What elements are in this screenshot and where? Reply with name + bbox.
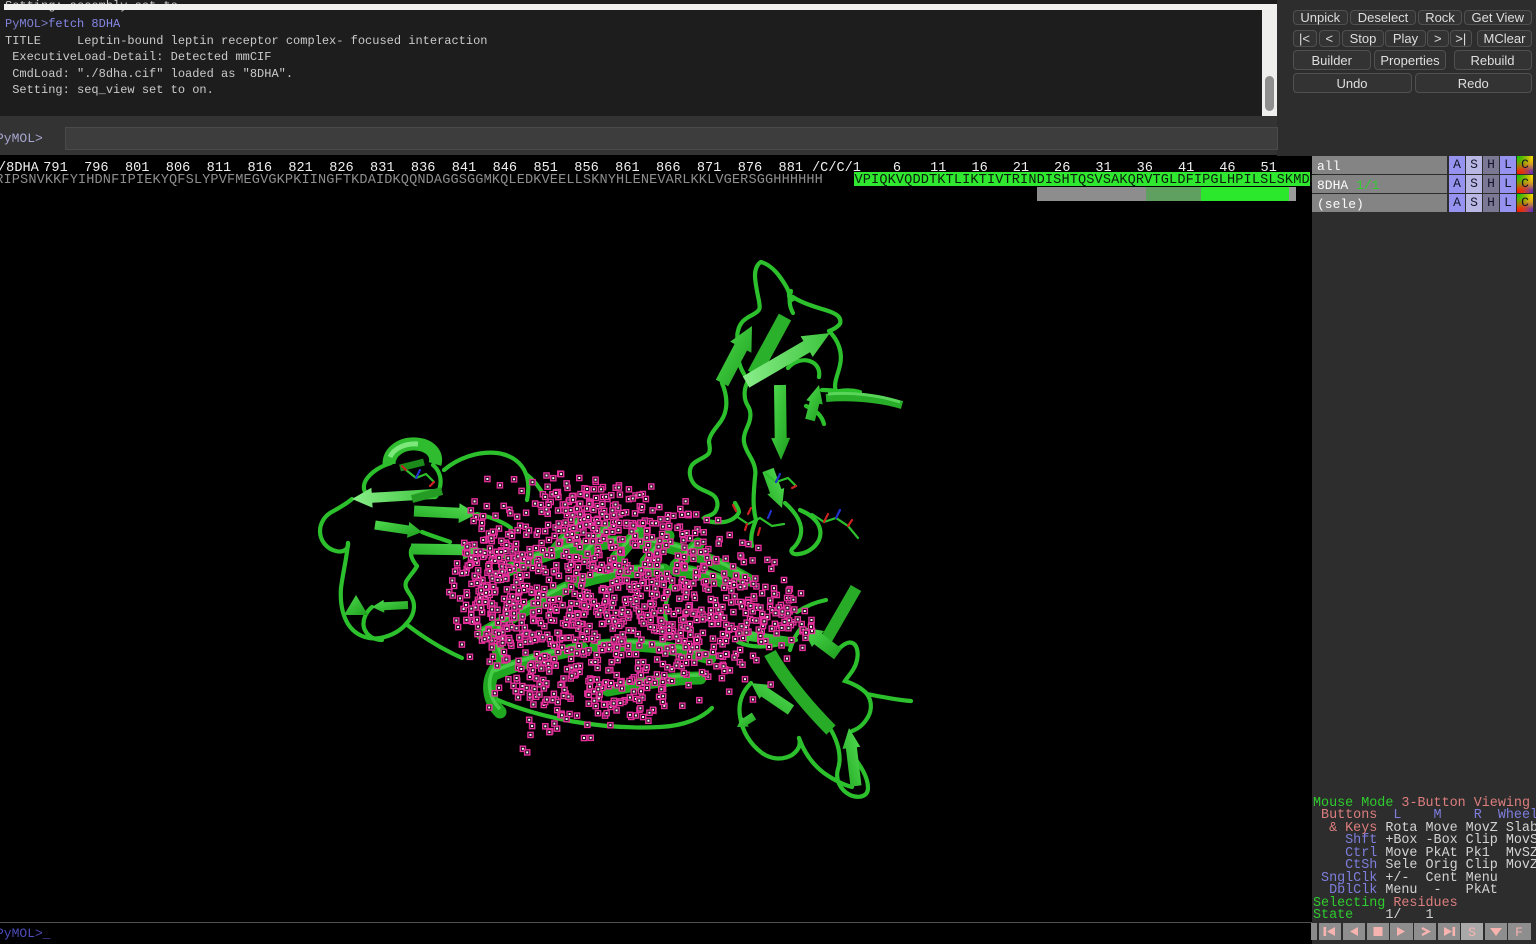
svg-text:S: S (1468, 925, 1476, 940)
svg-text:F: F (1515, 925, 1523, 940)
